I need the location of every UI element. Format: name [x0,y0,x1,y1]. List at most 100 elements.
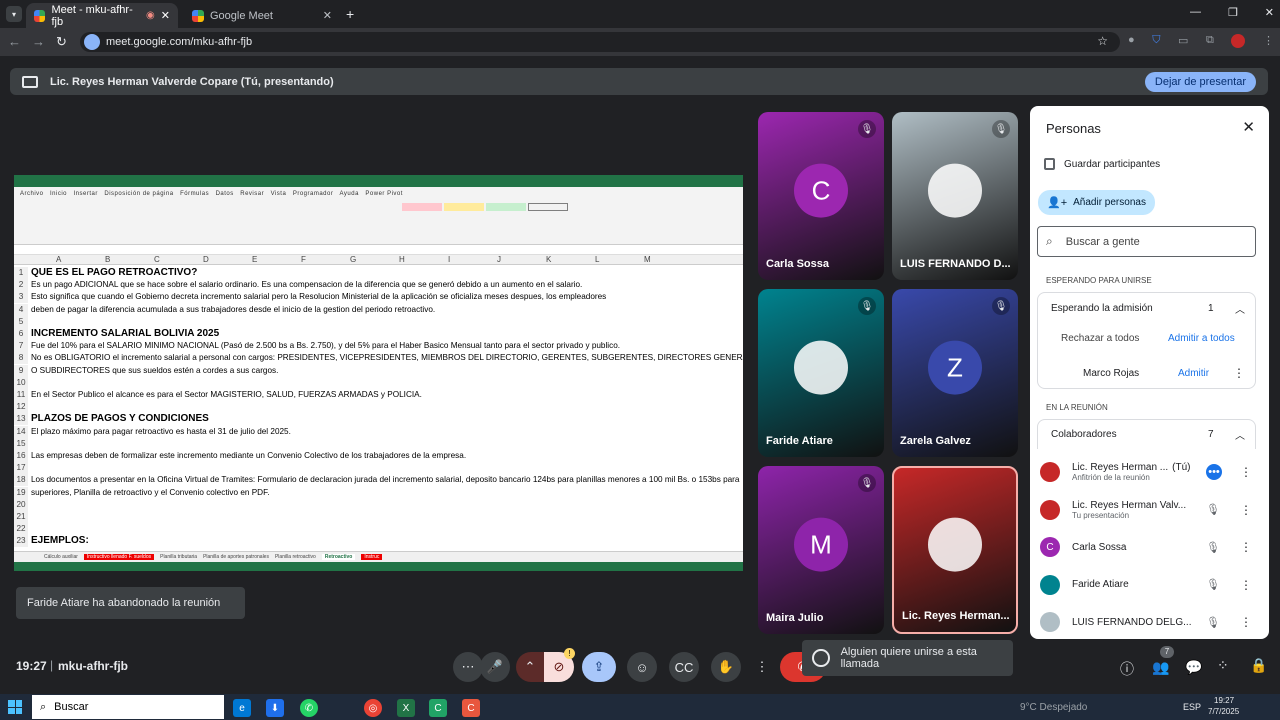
bookmark-star-icon[interactable]: ☆ [1097,34,1108,48]
admit-button[interactable]: Admitir [1178,368,1209,379]
column-header[interactable]: J [497,255,501,264]
mic-off-icon[interactable]: 🎙 [1206,578,1220,591]
cell-text[interactable]: EJEMPLOS: [31,535,89,547]
app-icon[interactable]: ⬇ [266,699,284,717]
column-header[interactable]: F [301,255,306,264]
tab-close-icon[interactable]: ✕ [323,9,332,22]
tab-google-meet[interactable]: Google Meet ✕ [184,3,340,28]
cell-text[interactable]: En el Sector Publico el alcance es para … [31,389,422,401]
cell-text[interactable]: deben de pagar la diferencia acumulada a… [31,304,435,316]
app-icon-red[interactable]: C [462,699,480,717]
more-ctrl-button[interactable]: ⋯ [453,652,483,682]
reload-button[interactable]: ↻ [56,34,67,50]
cell-text[interactable]: PLAZOS DE PAGOS Y CONDICIONES [31,413,209,425]
stop-presenting-button[interactable]: Dejar de presentar [1144,72,1256,92]
cell-text[interactable]: No es OBLIGATORIO el incremento salarial… [31,352,743,364]
cell-text[interactable]: Esto significa que cuando el Gobierno de… [31,291,606,303]
puzzle-icon[interactable]: ⧉ [1206,34,1214,48]
column-header[interactable]: M [644,255,651,264]
mic-off-icon[interactable]: 🎙 [1206,616,1220,629]
collapse-chevron-icon[interactable]: ︿ [1235,301,1245,316]
cell-text[interactable]: El plazo máximo para pagar retroactivo e… [31,426,291,438]
people-icon[interactable]: 👥 [1152,659,1169,676]
camtasia-icon[interactable]: C [429,699,447,717]
sheet-tab[interactable]: Planilla tributaria [160,554,197,560]
mic-off-icon[interactable]: 🎙 [1206,503,1220,516]
new-tab-button[interactable]: + [346,6,354,22]
column-header[interactable]: L [595,255,599,264]
column-header[interactable]: G [350,255,356,264]
tab-search-button[interactable]: ▾ [6,6,22,22]
sheet-tab[interactable]: Planilla retroactivo [275,554,316,560]
whatsapp-icon[interactable]: ✆ [300,699,318,717]
column-header[interactable]: I [448,255,450,264]
participant-row[interactable]: LUIS FERNANDO DELG... 🎙 ⋮ [1040,608,1260,636]
more-options-button[interactable]: ⋮ [752,652,772,682]
extension-icon[interactable]: ● [1128,34,1135,48]
kebab-menu-icon[interactable]: ⋮ [1263,34,1274,48]
column-header[interactable]: D [203,255,209,264]
close-window-button[interactable]: ✕ [1265,6,1274,19]
chrome-icon[interactable]: ◎ [364,699,382,717]
restore-button[interactable]: ❐ [1228,6,1238,19]
sheet-tab[interactable]: Retroactivo [321,554,356,560]
save-participants-button[interactable]: Guardar participantes [1044,158,1160,170]
cell-text[interactable]: Es un pago ADICIONAL que se hace sobre e… [31,279,582,291]
host-controls-icon[interactable]: 🔒 [1250,657,1267,674]
add-people-button[interactable]: 👤+ Añadir personas [1038,190,1155,215]
activities-icon[interactable]: ⁘ [1217,657,1229,674]
video-tile[interactable]: C 🎙 Carla Sossa [758,112,884,280]
more-options-icon[interactable]: ⋮ [1240,615,1252,629]
reject-all-button[interactable]: Rechazar a todos [1061,333,1139,344]
site-info-icon[interactable] [84,34,100,50]
video-tile[interactable]: Z 🎙 Zarela Galvez [892,289,1018,457]
column-header[interactable]: C [154,255,160,264]
info-icon[interactable]: ⓘ [1120,659,1134,679]
cell-text[interactable]: superiores, Planilla de retroactivo y el… [31,487,269,499]
cell-text[interactable]: Las empresas deben de formalizar este in… [31,450,466,462]
cell-text[interactable]: QUE ES EL PAGO RETROACTIVO? [31,267,197,279]
forward-button[interactable]: → [32,34,45,49]
captions-button[interactable]: CC [669,652,699,682]
profile-avatar[interactable] [1231,34,1246,48]
admit-all-button[interactable]: Admitir a todos [1168,333,1235,344]
participant-row[interactable]: Lic. Reyes Herman ... (Tú) Anfitrión de la… [1040,458,1260,486]
taskbar-search[interactable]: ⌕ Buscar [32,695,224,719]
minimize-button[interactable]: — [1190,6,1201,19]
participant-row[interactable]: Lic. Reyes Herman Valv... Tu presentación… [1040,496,1260,524]
participant-row[interactable]: C Carla Sossa 🎙 ⋮ [1040,533,1260,561]
raise-hand-button[interactable]: ✋ [711,652,741,682]
column-header[interactable]: B [105,255,110,264]
more-options-icon[interactable]: ⋮ [1240,540,1252,554]
tab-meet[interactable]: Meet - mku-afhr-fjb ◉ ✕ [26,3,178,28]
join-request-toast[interactable]: Alguien quiere unirse a esta llamada [802,640,1013,676]
video-tile[interactable]: Lic. Reyes Herman... [892,466,1018,634]
edge-icon[interactable]: e [233,699,251,717]
more-options-icon[interactable]: ⋮ [1240,503,1252,517]
video-tile[interactable]: M 🎙 Maira Julio [758,466,884,634]
search-people-field[interactable]: ⌕ Buscar a gente [1037,226,1256,257]
mic-button[interactable]: 🎤 [480,652,510,682]
speaking-icon[interactable]: ••• [1206,464,1222,480]
column-header[interactable]: E [252,255,257,264]
sheet-tab[interactable]: Planilla de aportes patronales [203,554,269,560]
column-header[interactable]: A [56,255,61,264]
cell-text[interactable]: O SUBDIRECTORES que sus sueldos estén a … [31,365,278,377]
cast-icon[interactable]: ▭ [1178,34,1188,48]
back-button[interactable]: ← [8,34,21,49]
column-header[interactable]: K [546,255,551,264]
tab-close-icon[interactable]: ✕ [161,9,170,22]
sheet-tab[interactable]: Instruc [361,554,383,560]
collapse-chevron-icon[interactable]: ︿ [1235,427,1245,442]
formula-bar[interactable] [14,245,743,255]
more-options-icon[interactable]: ⋮ [1233,366,1245,380]
column-header[interactable]: H [399,255,405,264]
close-panel-icon[interactable]: ✕ [1242,118,1255,136]
sheet-tab[interactable]: Cálculo auxiliar [44,554,78,560]
mic-off-icon[interactable]: 🎙 [1206,541,1220,554]
video-tile[interactable]: 🎙 LUIS FERNANDO D... [892,112,1018,280]
video-tile[interactable]: 🎙 Faride Atiare [758,289,884,457]
more-options-icon[interactable]: ⋮ [1240,578,1252,592]
sheet-tab[interactable]: Instructivo llenado F. sueldos [83,554,155,560]
cell-text[interactable]: Los documentos a presentar en la Oficina… [31,474,739,486]
